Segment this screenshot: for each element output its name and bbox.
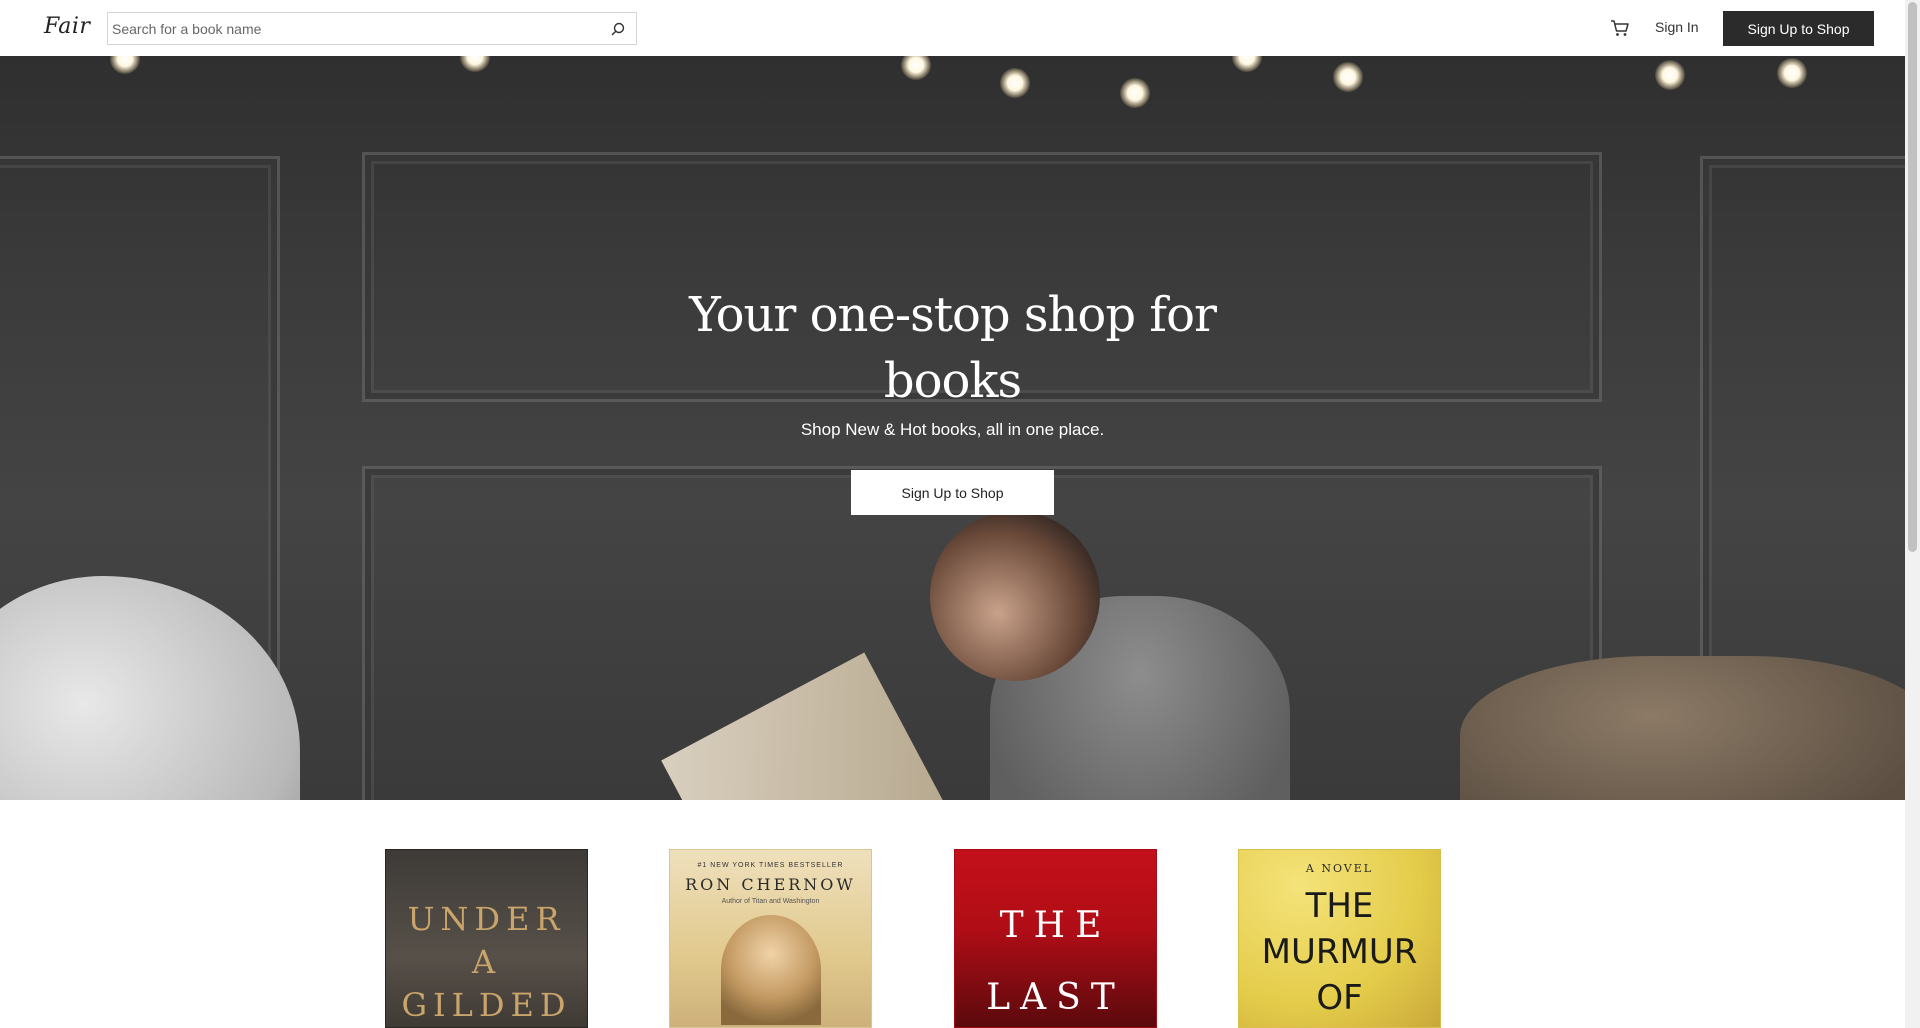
book-cover-title-line: OF (1316, 978, 1363, 1018)
book-cover-portrait (720, 915, 821, 1025)
book-cover-title-line: THE (999, 905, 1112, 946)
search-input[interactable] (112, 20, 610, 37)
book-card[interactable]: A NOVEL THE MURMUR OF (1238, 849, 1441, 1028)
hero-sign-up-button[interactable]: Sign Up to Shop (851, 470, 1054, 515)
book-cover-author: RON CHERNOW (685, 875, 856, 894)
page-scrollbar[interactable] (1905, 0, 1920, 1028)
top-navbar: Fair Sign In Sign Up to Shop (0, 0, 1905, 56)
book-cover-title-line: LAST (986, 977, 1125, 1018)
book-cover-title-line: THE (1305, 886, 1374, 926)
book-carousel: UNDER A GILDED #1 NEW YORK TIMES BESTSEL… (0, 849, 1905, 1028)
book-cover-kicker: #1 NEW YORK TIMES BESTSELLER (697, 862, 844, 869)
book-cover-kicker: A NOVEL (1305, 862, 1374, 875)
hero-section: Your one-stop shop for books Shop New & … (0, 56, 1905, 800)
book-cover-title-line: UNDER (407, 900, 566, 938)
sign-in-link[interactable]: Sign In (1655, 19, 1699, 35)
book-cover-subline: Author of Titan and Washington (721, 898, 820, 905)
cart-icon[interactable] (1610, 19, 1630, 37)
book-card[interactable]: THE LAST (954, 849, 1157, 1028)
search-box[interactable] (107, 12, 637, 45)
fair-logo[interactable]: Fair (44, 14, 90, 39)
scrollbar-thumb[interactable] (1908, 2, 1917, 552)
hero-title: Your one-stop shop for books (689, 287, 1217, 409)
book-cover-title-line: MURMUR (1261, 932, 1418, 972)
book-cover-title-line: A (471, 943, 502, 981)
sign-up-button[interactable]: Sign Up to Shop (1723, 11, 1874, 46)
hero-subtitle: Shop New & Hot books, all in one place. (800, 420, 1105, 439)
book-card[interactable]: #1 NEW YORK TIMES BESTSELLER RON CHERNOW… (669, 849, 872, 1028)
book-card[interactable]: UNDER A GILDED (385, 849, 588, 1028)
book-cover-title-line: GILDED (401, 986, 572, 1024)
search-icon[interactable] (610, 21, 626, 37)
